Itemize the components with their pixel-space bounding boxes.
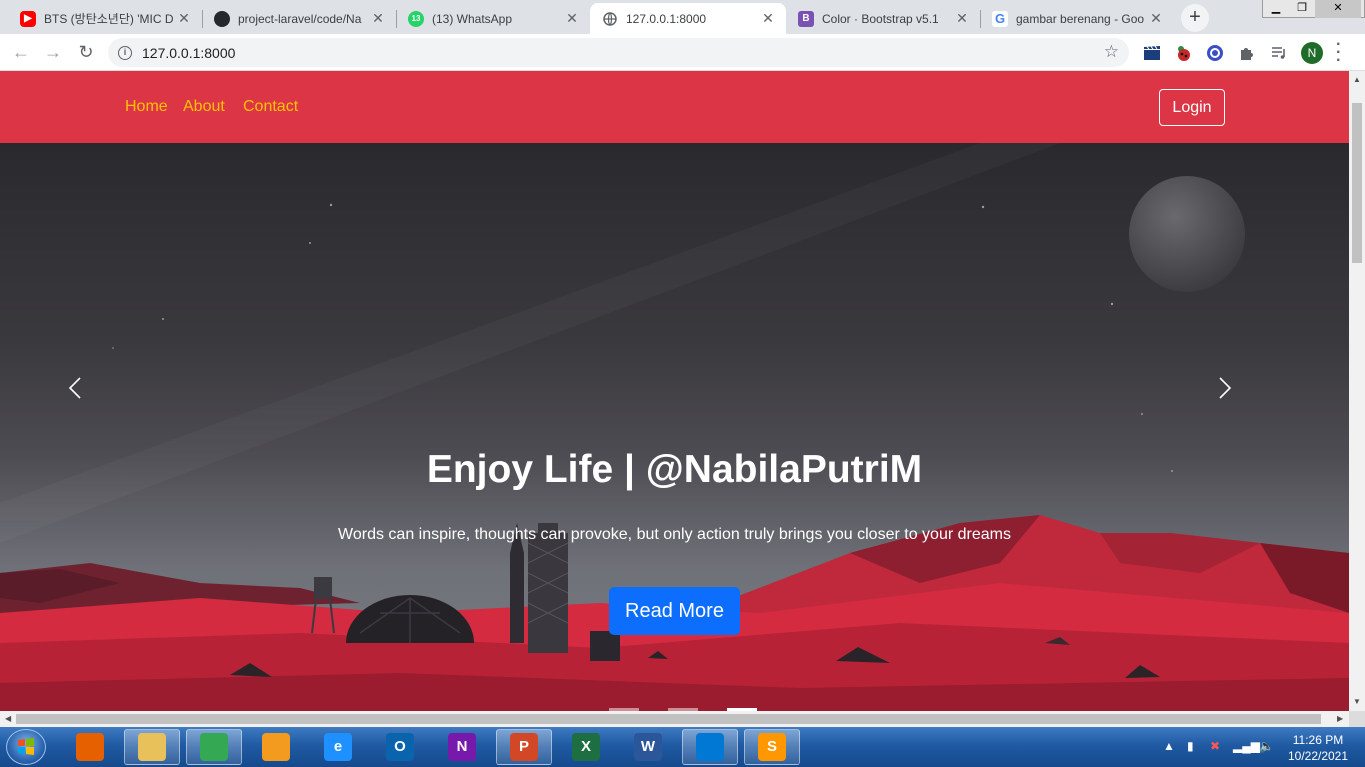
taskbar-app-excel[interactable]: X [558,729,614,765]
taskbar-app-media-player[interactable] [248,729,304,765]
close-window-button[interactable]: ✕ [1315,0,1361,18]
back-button[interactable]: ← [9,40,33,64]
youtube-icon: ▶ [20,10,36,27]
url-text: 127.0.0.1:8000 [142,44,236,61]
excel-icon: X [572,733,600,761]
page-viewport: Home About Contact Login Enjoy Life | @N… [0,71,1349,711]
clapperboard-extension-icon[interactable] [1142,43,1162,63]
shield-extension-icon[interactable] [1205,43,1225,63]
volume-icon[interactable]: 🔈 [1259,739,1274,753]
chevron-right-icon [1219,377,1232,399]
taskbar-app-vscode[interactable] [682,729,738,765]
close-tab-icon[interactable]: ✕ [1148,10,1164,27]
tab-google[interactable]: G gambar berenang - Goo ✕ [980,3,1174,34]
taskbar-app-firefox[interactable] [62,729,118,765]
taskbar-app-onenote[interactable]: N [434,729,490,765]
system-clock[interactable]: 11:26 PM 10/22/2021 [1283,732,1353,764]
outlook-icon: O [386,733,414,761]
carousel-prev-button[interactable] [62,373,92,403]
internet-explorer-icon: e [324,733,352,761]
site-info-icon[interactable]: i [118,45,132,60]
whatsapp-icon: 13 [408,10,424,27]
site-navbar: Home About Contact Login [0,71,1349,143]
forward-button[interactable]: → [41,40,65,64]
ladybug-extension-icon[interactable] [1173,43,1193,63]
clock-date: 10/22/2021 [1287,749,1349,763]
tab-github[interactable]: project-laravel/code/Na ✕ [202,3,396,34]
vertical-scrollbar[interactable]: ▲ ▼ [1349,71,1365,711]
close-tab-icon[interactable]: ✕ [564,10,580,27]
taskbar-app-outlook[interactable]: O [372,729,428,765]
scroll-up-arrow-icon[interactable]: ▲ [1353,75,1361,84]
taskbar-app-powerpoint[interactable]: P [496,729,552,765]
taskbar-app-internet-explorer[interactable]: e [310,729,366,765]
sublime-text-icon: S [758,733,786,761]
powerpoint-icon: P [510,733,538,761]
taskbar-app-chrome[interactable] [186,729,242,765]
read-more-button[interactable]: Read More [609,587,740,635]
scrollbar-corner [1349,711,1365,727]
address-bar[interactable]: i 127.0.0.1:8000 ☆ [108,38,1129,67]
scroll-down-arrow-icon[interactable]: ▼ [1353,697,1361,706]
browser-toolbar: ← → ↻ i 127.0.0.1:8000 ☆ N · · · [0,34,1365,71]
window-controls: ▁ ❐ ✕ [1262,0,1365,18]
scroll-right-arrow-icon[interactable]: ▶ [1337,714,1343,723]
media-queue-icon[interactable] [1269,43,1289,63]
close-tab-icon[interactable]: ✕ [954,10,970,27]
vscode-icon [696,733,724,761]
github-icon [214,10,230,27]
profile-avatar[interactable]: N [1301,42,1323,64]
close-tab-icon[interactable]: ✕ [760,10,776,27]
windows-logo-icon [18,738,34,755]
taskbar-app-sublime-text[interactable]: S [744,729,800,765]
login-button[interactable]: Login [1159,89,1225,126]
tab-whatsapp[interactable]: 13 (13) WhatsApp ✕ [396,3,590,34]
bookmark-star-icon[interactable]: ☆ [1104,42,1119,62]
hero-carousel: Enjoy Life | @NabilaPutriM Words can ins… [0,143,1349,711]
chevron-left-icon [68,377,81,399]
network-warning-icon[interactable]: ✖ [1210,739,1220,753]
taskbar-app-word[interactable]: W [620,729,676,765]
start-button[interactable] [6,729,46,765]
nav-link-contact[interactable]: Contact [243,98,298,116]
onenote-icon: N [448,733,476,761]
new-tab-button[interactable]: + [1181,4,1209,32]
carousel-next-button[interactable] [1208,373,1238,403]
hero-title: Enjoy Life | @NabilaPutriM [426,448,923,491]
windows-taskbar: e O N P X W S ▲ ▮ ✖ ▂▄▆ 🔈 11:26 PM 10/22/2021 [0,727,1365,767]
media-player-icon [262,733,290,761]
nav-link-about[interactable]: About [183,98,225,116]
puzzle-extensions-icon[interactable] [1237,43,1257,63]
close-tab-icon[interactable]: ✕ [176,10,192,27]
tab-bootstrap[interactable]: B Color · Bootstrap v5.1 ✕ [786,3,980,34]
google-icon: G [992,10,1008,27]
globe-icon [602,11,618,27]
tab-youtube[interactable]: ▶ BTS (방탄소년단) 'MIC D ✕ [8,3,202,34]
show-hidden-icons-arrow[interactable]: ▲ [1163,739,1175,753]
horizontal-scrollbar[interactable]: ◀ ▶ [0,711,1349,727]
tab-localhost-active[interactable]: 127.0.0.1:8000 ✕ [590,3,786,34]
nav-link-home[interactable]: Home [125,98,168,116]
reload-button[interactable]: ↻ [74,40,98,64]
horizontal-scroll-thumb[interactable] [16,714,1321,724]
restore-button[interactable]: ❐ [1289,0,1315,18]
file-explorer-icon [138,733,166,761]
scroll-left-arrow-icon[interactable]: ◀ [5,714,11,723]
browser-tab-strip: ▶ BTS (방탄소년단) 'MIC D ✕ project-laravel/c… [0,0,1365,34]
word-icon: W [634,733,662,761]
vertical-scroll-thumb[interactable] [1352,103,1362,263]
taskbar-app-file-explorer[interactable] [124,729,180,765]
firefox-icon [76,733,104,761]
signal-strength-icon[interactable]: ▂▄▆ [1233,739,1260,753]
hero-caption: Words can inspire, thoughts can provoke,… [338,526,1011,543]
close-tab-icon[interactable]: ✕ [370,10,386,27]
chrome-icon [200,733,228,761]
clock-time: 11:26 PM [1292,733,1344,747]
bootstrap-icon: B [798,10,814,27]
minimize-button[interactable]: ▁ [1263,0,1289,18]
battery-icon[interactable]: ▮ [1187,739,1194,753]
browser-menu-icon[interactable]: · · · [1336,37,1341,69]
